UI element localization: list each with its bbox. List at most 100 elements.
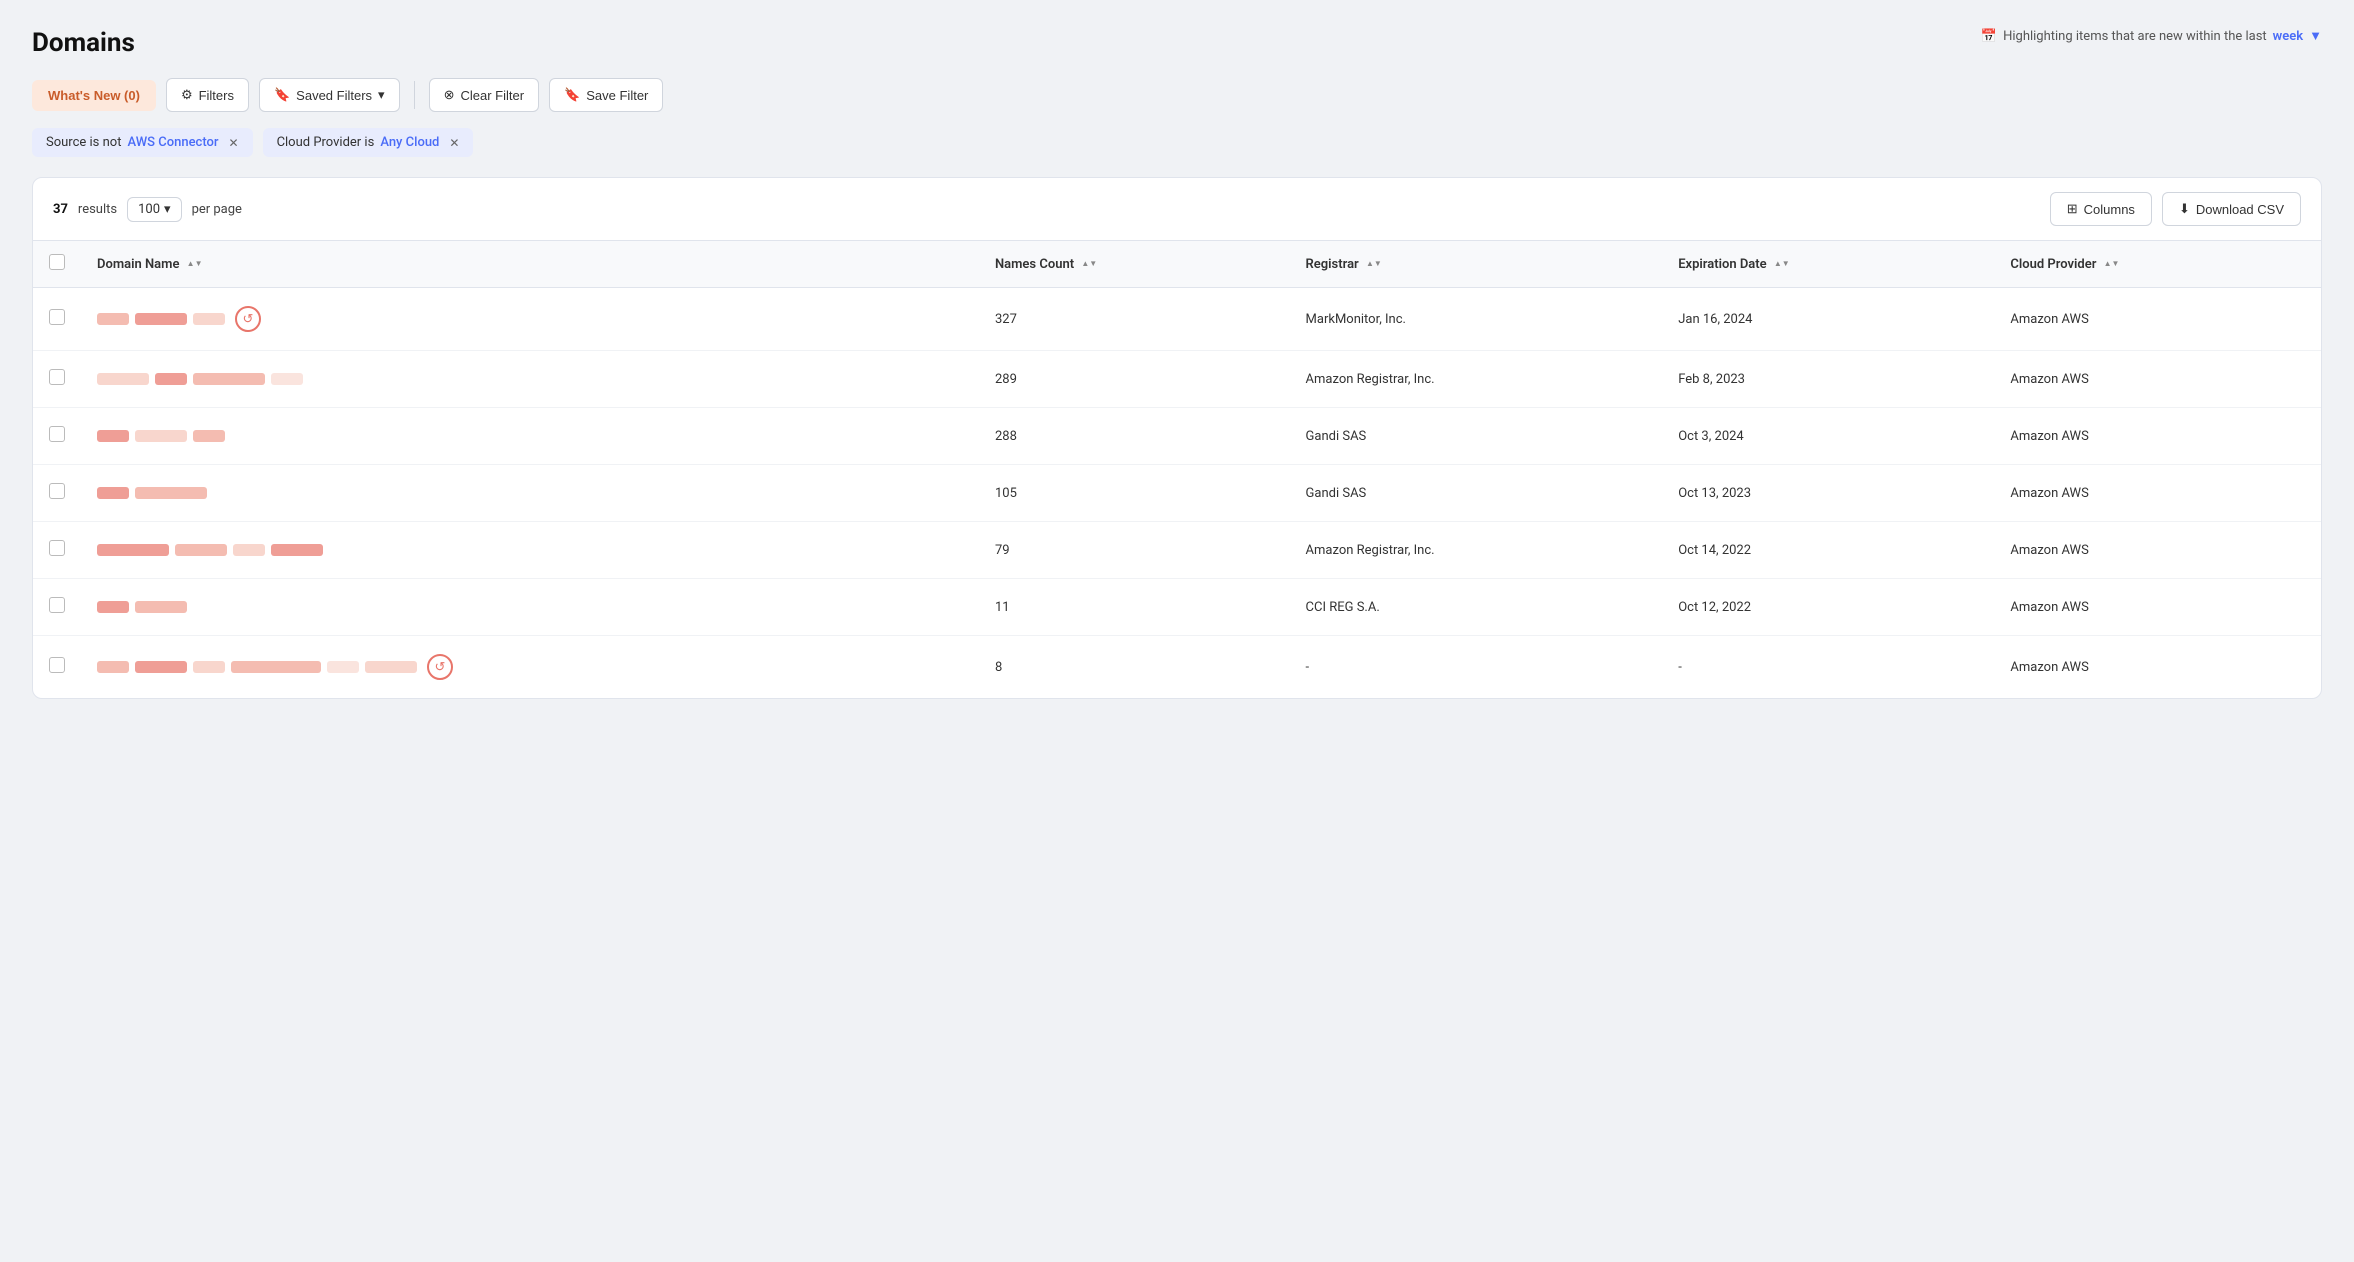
filter-tags: Source is not AWS Connector ✕ Cloud Prov… [32, 128, 2322, 157]
table-row: 288Gandi SASOct 3, 2024Amazon AWS [33, 408, 2321, 465]
row-checkbox-1[interactable] [33, 351, 81, 408]
row-checkbox-5[interactable] [33, 579, 81, 636]
filter-tag-cloud: Cloud Provider is Any Cloud ✕ [263, 128, 474, 157]
remove-filter-source[interactable]: ✕ [229, 136, 239, 150]
cloud-provider-cell-3: Amazon AWS [1994, 465, 2321, 522]
domain-blur-block [327, 661, 359, 673]
download-csv-button[interactable]: ⬇ Download CSV [2162, 192, 2301, 226]
registrar-cell-4: Amazon Registrar, Inc. [1290, 522, 1663, 579]
expiration-date-cell-2: Oct 3, 2024 [1662, 408, 1994, 465]
toolbar-divider [414, 81, 415, 109]
col-registrar[interactable]: Registrar ▲▼ [1290, 241, 1663, 288]
sort-cloud-icon: ▲▼ [2104, 260, 2120, 268]
domain-name-cell-5[interactable] [81, 579, 979, 636]
cloud-provider-cell-4: Amazon AWS [1994, 522, 2321, 579]
domain-blur-block [193, 373, 265, 385]
save-filter-button[interactable]: 🔖 Save Filter [549, 78, 663, 112]
week-link[interactable]: week [2273, 29, 2303, 44]
names-count-cell-1: 289 [979, 351, 1290, 408]
calendar-icon: 📅 [1981, 29, 1997, 44]
table-row: 105Gandi SASOct 13, 2023Amazon AWS [33, 465, 2321, 522]
registrar-cell-3: Gandi SAS [1290, 465, 1663, 522]
domain-blur-block [97, 373, 149, 385]
select-all-checkbox[interactable] [33, 241, 81, 288]
names-count-cell-2: 288 [979, 408, 1290, 465]
domain-name-cell-3[interactable] [81, 465, 979, 522]
col-domain-name[interactable]: Domain Name ▲▼ [81, 241, 979, 288]
domain-blur-block [135, 313, 187, 325]
whats-new-button[interactable]: What's New (0) [32, 80, 156, 111]
page-title: Domains [32, 28, 2322, 58]
registrar-cell-2: Gandi SAS [1290, 408, 1663, 465]
col-cloud-provider[interactable]: Cloud Provider ▲▼ [1994, 241, 2321, 288]
columns-icon: ⊞ [2067, 201, 2078, 217]
domain-refresh-icon[interactable]: ↺ [235, 306, 261, 332]
names-count-cell-3: 105 [979, 465, 1290, 522]
chevron-down-icon: ▾ [378, 87, 385, 103]
clear-filter-button[interactable]: ⊗ Clear Filter [429, 78, 539, 112]
table-row: 79Amazon Registrar, Inc.Oct 14, 2022Amaz… [33, 522, 2321, 579]
table-row: 289Amazon Registrar, Inc.Feb 8, 2023Amaz… [33, 351, 2321, 408]
cloud-provider-cell-5: Amazon AWS [1994, 579, 2321, 636]
row-checkbox-4[interactable] [33, 522, 81, 579]
chevron-down-icon: ▾ [164, 202, 171, 217]
cloud-provider-cell-2: Amazon AWS [1994, 408, 2321, 465]
domain-blur-block [135, 661, 187, 673]
table-row: ↺8--Amazon AWS [33, 636, 2321, 699]
domain-name-cell-4[interactable] [81, 522, 979, 579]
registrar-cell-5: CCI REG S.A. [1290, 579, 1663, 636]
expiration-date-cell-1: Feb 8, 2023 [1662, 351, 1994, 408]
save-icon: 🔖 [564, 87, 580, 103]
table-row: ↺327MarkMonitor, Inc.Jan 16, 2024Amazon … [33, 288, 2321, 351]
sort-names-count-icon: ▲▼ [1081, 260, 1097, 268]
columns-button[interactable]: ⊞ Columns [2050, 192, 2152, 226]
table-info: 37 results 100 ▾ per page [53, 197, 242, 222]
results-count: 37 [53, 202, 68, 217]
domain-blur-block [135, 601, 187, 613]
cloud-provider-cell-0: Amazon AWS [1994, 288, 2321, 351]
row-checkbox-2[interactable] [33, 408, 81, 465]
col-expiration-date[interactable]: Expiration Date ▲▼ [1662, 241, 1994, 288]
row-checkbox-3[interactable] [33, 465, 81, 522]
domain-name-cell-1[interactable] [81, 351, 979, 408]
names-count-cell-0: 327 [979, 288, 1290, 351]
filters-button[interactable]: ⚙ Filters [166, 78, 249, 112]
domain-blur-block [135, 487, 207, 499]
domain-blur-block [97, 601, 129, 613]
domain-name-cell-6[interactable]: ↺ [81, 636, 979, 699]
saved-filters-button[interactable]: 🔖 Saved Filters ▾ [259, 78, 400, 112]
clear-icon: ⊗ [444, 87, 455, 103]
row-checkbox-0[interactable] [33, 288, 81, 351]
domain-blur-block [97, 430, 129, 442]
table-row: 11CCI REG S.A.Oct 12, 2022Amazon AWS [33, 579, 2321, 636]
domain-blur-block [155, 373, 187, 385]
registrar-cell-0: MarkMonitor, Inc. [1290, 288, 1663, 351]
domain-refresh-icon[interactable]: ↺ [427, 654, 453, 680]
registrar-cell-6: - [1290, 636, 1663, 699]
sort-registrar-icon: ▲▼ [1366, 260, 1382, 268]
table-actions: ⊞ Columns ⬇ Download CSV [2050, 192, 2301, 226]
col-names-count[interactable]: Names Count ▲▼ [979, 241, 1290, 288]
remove-filter-cloud[interactable]: ✕ [449, 136, 459, 150]
domain-blur-block [193, 430, 225, 442]
chevron-down-icon[interactable]: ▼ [2309, 28, 2322, 44]
domain-name-cell-2[interactable] [81, 408, 979, 465]
sort-domain-name-icon: ▲▼ [187, 260, 203, 268]
expiration-date-cell-6: - [1662, 636, 1994, 699]
domain-blur-block [97, 661, 129, 673]
domain-blur-block [365, 661, 417, 673]
domain-blur-block [97, 487, 129, 499]
table-toolbar: 37 results 100 ▾ per page ⊞ Columns ⬇ Do… [33, 178, 2321, 241]
download-icon: ⬇ [2179, 201, 2190, 217]
names-count-cell-4: 79 [979, 522, 1290, 579]
row-checkbox-6[interactable] [33, 636, 81, 699]
registrar-cell-1: Amazon Registrar, Inc. [1290, 351, 1663, 408]
domain-blur-block [97, 544, 169, 556]
domain-blur-block [97, 313, 129, 325]
filter-icon: ⚙ [181, 87, 193, 103]
per-page-select[interactable]: 100 ▾ [127, 197, 181, 222]
domain-name-cell-0[interactable]: ↺ [81, 288, 979, 351]
domain-blur-block [193, 661, 225, 673]
domain-blur-block [135, 430, 187, 442]
cloud-provider-cell-6: Amazon AWS [1994, 636, 2321, 699]
